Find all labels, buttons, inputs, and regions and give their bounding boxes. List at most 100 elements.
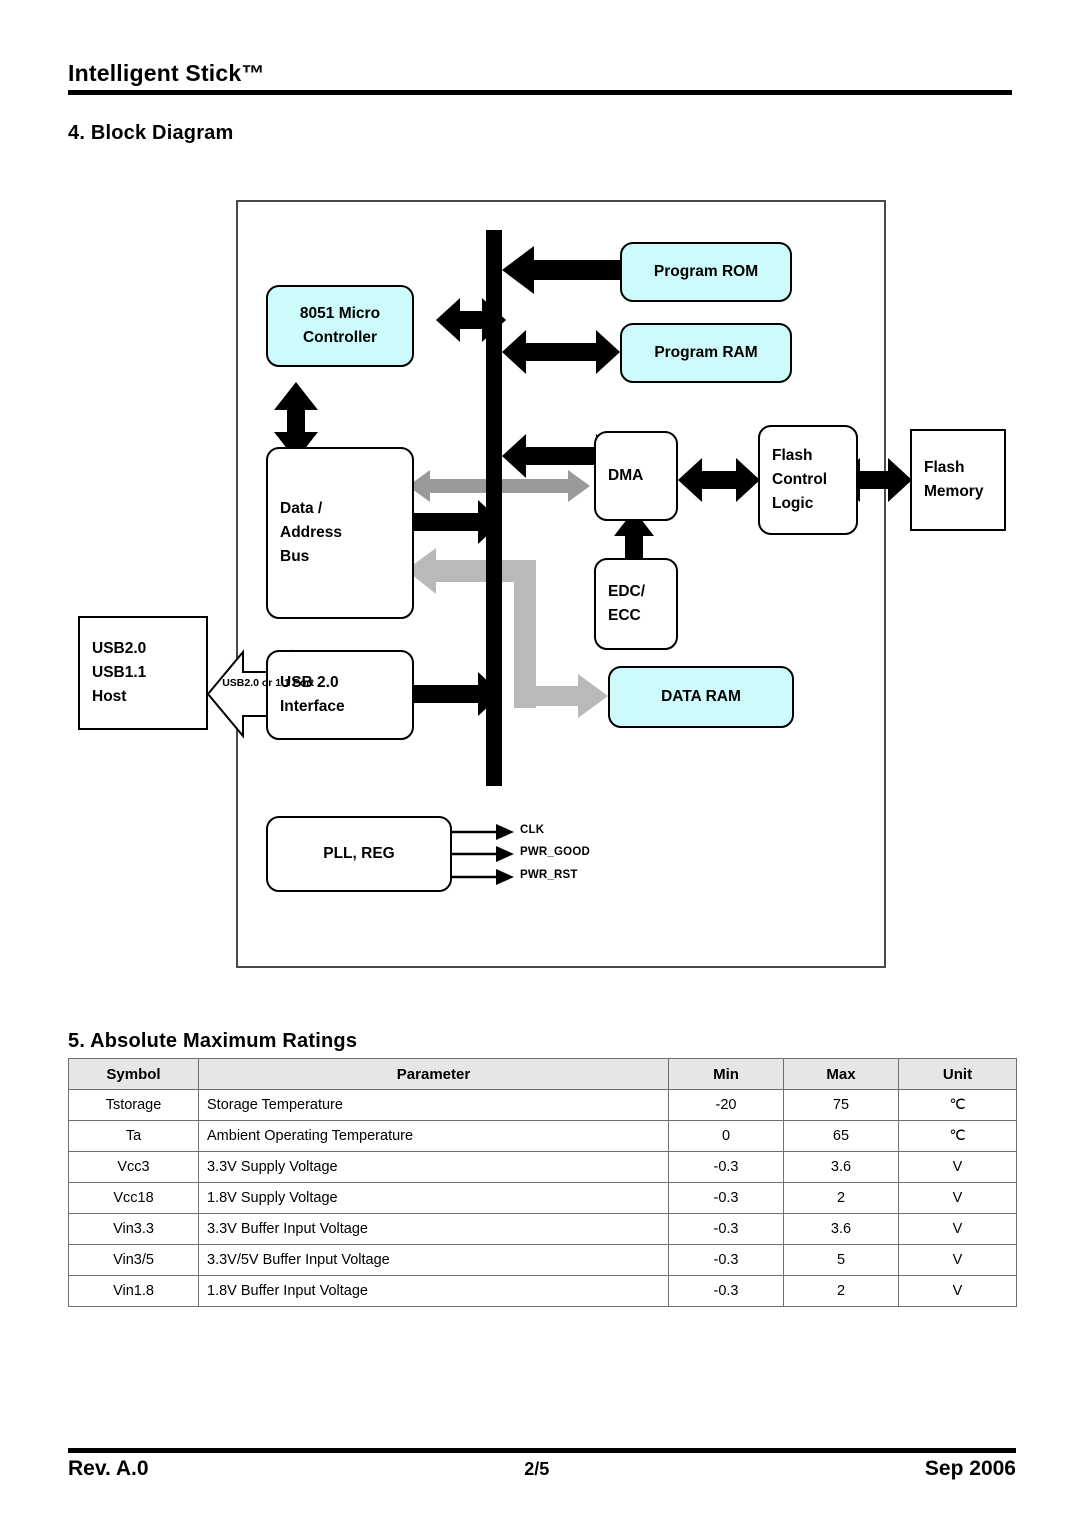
cell-max: 75 xyxy=(783,1089,899,1121)
block-label: Flash xyxy=(772,446,813,464)
cell-parameter: 3.3V Supply Voltage xyxy=(198,1151,669,1183)
table-row: Vcc18 1.8V Supply Voltage -0.3 2 V xyxy=(68,1182,1017,1214)
table-row: Vin1.8 1.8V Buffer Input Voltage -0.3 2 … xyxy=(68,1275,1017,1307)
block-label: Memory xyxy=(924,483,984,500)
cell-max: 2 xyxy=(783,1182,899,1214)
block-label: DATA RAM xyxy=(661,687,741,705)
block-flash-control-logic[interactable]: Flash Control Logic xyxy=(758,425,858,535)
cell-min: -0.3 xyxy=(668,1275,784,1307)
cell-parameter: 3.3V/5V Buffer Input Voltage xyxy=(198,1244,669,1276)
footer-page-number: 2/5 xyxy=(524,1459,550,1479)
column-header-unit: Unit xyxy=(898,1058,1017,1090)
table-header-row: Symbol Parameter Min Max Unit xyxy=(68,1058,1017,1090)
label-usb-port: USB2.0 or 1.1 Port xyxy=(222,677,314,689)
document-footer: Rev. A.0 2/5 Sep 2006 xyxy=(68,1448,1016,1481)
block-edc-ecc[interactable]: EDC/ ECC xyxy=(594,558,678,650)
column-header-parameter: Parameter xyxy=(198,1058,669,1090)
cell-symbol: Vin3/5 xyxy=(68,1244,199,1276)
column-header-symbol: Symbol xyxy=(68,1058,199,1090)
block-label: Host xyxy=(92,688,127,705)
cell-min: -20 xyxy=(668,1089,784,1121)
cell-symbol: Vin3.3 xyxy=(68,1213,199,1245)
block-label: ECC xyxy=(608,607,641,624)
block-label: Flash xyxy=(924,458,965,476)
section-heading-block-diagram: 4. Block Diagram xyxy=(68,122,234,144)
label-pwr-rst-signal: PWR_RST xyxy=(520,869,578,881)
cell-symbol: Vin1.8 xyxy=(68,1275,199,1307)
cell-parameter: 1.8V Supply Voltage xyxy=(198,1182,669,1214)
cell-unit: ℃ xyxy=(898,1120,1017,1152)
cell-parameter: Ambient Operating Temperature xyxy=(198,1120,669,1152)
block-label: USB2.0 xyxy=(92,639,147,657)
block-label: 8051 Micro xyxy=(299,304,381,322)
pll-output-signal-lines xyxy=(450,830,496,879)
arrow-bus-to-program-ram xyxy=(502,330,620,374)
section-heading-absolute-maximum-ratings: 5. Absolute Maximum Ratings xyxy=(68,1030,358,1052)
label-pwr-good-signal: PWR_GOOD xyxy=(520,846,590,858)
table-row: Vin3/5 3.3V/5V Buffer Input Voltage -0.3… xyxy=(68,1244,1017,1276)
block-8051-micro-controller[interactable]: 8051 Micro Controller xyxy=(266,285,414,367)
column-header-min: Min xyxy=(668,1058,784,1090)
block-flash-memory[interactable]: Flash Memory xyxy=(910,429,1006,531)
product-title: Intelligent Stick™ xyxy=(68,60,265,86)
footer-divider xyxy=(68,1448,1016,1453)
cell-min: -0.3 xyxy=(668,1182,784,1214)
block-label: Program ROM xyxy=(653,262,759,280)
cell-symbol: Ta xyxy=(68,1120,199,1152)
block-label: USB1.1 xyxy=(92,663,147,681)
cell-min: 0 xyxy=(668,1120,784,1152)
footer-date: Sep 2006 xyxy=(924,1457,1016,1480)
header-divider xyxy=(68,90,1012,95)
block-pll-reg[interactable]: PLL, REG xyxy=(266,816,452,892)
cell-unit: V xyxy=(898,1275,1017,1307)
block-label: Controller xyxy=(302,329,378,346)
column-header-max: Max xyxy=(783,1058,899,1090)
block-label: Control xyxy=(772,470,828,488)
block-label: Logic xyxy=(772,495,814,512)
block-label: Data / xyxy=(280,499,323,517)
cell-max: 65 xyxy=(783,1120,899,1152)
cell-unit: V xyxy=(898,1213,1017,1245)
cell-max: 3.6 xyxy=(783,1213,899,1245)
cell-unit: V xyxy=(898,1244,1017,1276)
cell-max: 3.6 xyxy=(783,1151,899,1183)
cell-unit: ℃ xyxy=(898,1089,1017,1121)
connector-arrows-layer xyxy=(206,230,912,885)
block-label: Bus xyxy=(280,548,310,565)
table-row: Tstorage Storage Temperature -20 75 ℃ xyxy=(68,1089,1017,1121)
block-diagram: 8051 Micro Controller Program ROM Progra… xyxy=(68,170,1012,1010)
block-label: Address xyxy=(280,523,343,541)
block-data-ram[interactable]: DATA RAM xyxy=(608,666,794,728)
cell-min: -0.3 xyxy=(668,1151,784,1183)
document-header: Intelligent Stick™ xyxy=(68,58,1012,95)
label-clk-signal: CLK xyxy=(520,824,545,836)
block-label: Program RAM xyxy=(654,343,758,361)
cell-parameter: 1.8V Buffer Input Voltage xyxy=(198,1275,669,1307)
block-dma[interactable]: DMA xyxy=(594,431,678,521)
table-row: Ta Ambient Operating Temperature 0 65 ℃ xyxy=(68,1120,1017,1152)
cell-max: 5 xyxy=(783,1244,899,1276)
block-program-rom[interactable]: Program ROM xyxy=(620,242,792,302)
block-usb-host[interactable]: USB2.0 USB1.1 Host xyxy=(78,616,208,730)
arrow-dma-to-flash-control xyxy=(678,458,760,502)
document-page: Intelligent Stick™ 4. Block Diagram 8051… xyxy=(0,0,1080,1527)
cell-symbol: Tstorage xyxy=(68,1089,199,1121)
cell-parameter: 3.3V Buffer Input Voltage xyxy=(198,1213,669,1245)
cell-symbol: Vcc3 xyxy=(68,1151,199,1183)
block-label: PLL, REG xyxy=(323,844,395,862)
block-label: EDC/ xyxy=(608,582,646,600)
cell-min: -0.3 xyxy=(668,1213,784,1245)
block-label: Interface xyxy=(280,698,345,715)
cell-max: 2 xyxy=(783,1275,899,1307)
cell-symbol: Vcc18 xyxy=(68,1182,199,1214)
block-usb-interface[interactable]: USB 2.0 Interface xyxy=(266,650,414,740)
cell-unit: V xyxy=(898,1151,1017,1183)
table-row: Vin3.3 3.3V Buffer Input Voltage -0.3 3.… xyxy=(68,1213,1017,1245)
block-data-address-bus[interactable]: Data / Address Bus xyxy=(266,447,414,619)
pll-output-arrowheads xyxy=(496,824,514,885)
cell-parameter: Storage Temperature xyxy=(198,1089,669,1121)
block-program-ram[interactable]: Program RAM xyxy=(620,323,792,383)
footer-revision: Rev. A.0 xyxy=(68,1457,149,1480)
arrow-program-rom-to-bus xyxy=(502,246,620,294)
cell-unit: V xyxy=(898,1182,1017,1214)
